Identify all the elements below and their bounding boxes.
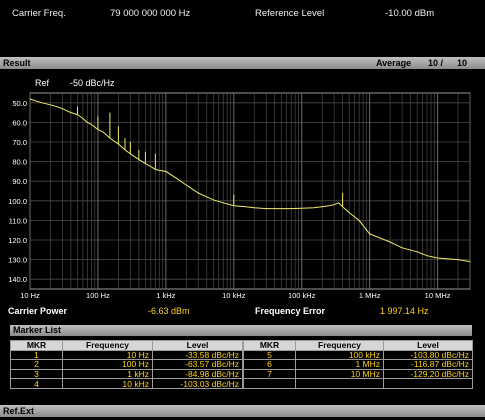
average-total: 10 — [457, 58, 468, 68]
carrier-power-value: -6.63 dBm — [148, 306, 190, 316]
y-tick-label: 50.0 — [12, 99, 27, 108]
col-level: Level — [152, 340, 243, 351]
col-frequency: Frequency — [295, 340, 384, 351]
marker-row[interactable]: 1 10 Hz -33.58 dBc/Hz — [10, 349, 243, 361]
marker-level: -103.80 dBc/Hz — [383, 349, 473, 361]
frequency-error-label: Frequency Error — [255, 306, 326, 316]
marker-frequency: 10 Hz — [62, 349, 153, 361]
marker-number: 4 — [10, 378, 63, 389]
marker-level: -129.20 dBc/Hz — [383, 368, 473, 380]
x-tick-label: 1 kHz — [156, 291, 175, 300]
y-tick-label: 90.0 — [12, 177, 27, 186]
marker-row[interactable]: 4 10 kHz -103.03 dBc/Hz — [10, 378, 243, 389]
col-level: Level — [383, 340, 473, 351]
marker-number: 5 — [243, 349, 296, 361]
ref-ext-bar: Ref.Ext — [0, 405, 485, 417]
col-mkr: MKR — [243, 340, 296, 351]
y-tick-label: 130.0 — [8, 256, 27, 265]
marker-list-title: Marker List — [10, 325, 472, 336]
marker-frequency: 1 kHz — [62, 368, 153, 380]
marker-frequency: 100 kHz — [295, 349, 384, 361]
marker-row[interactable]: 7 10 MHz -129.20 dBc/Hz — [243, 368, 473, 380]
carrier-freq-value[interactable]: 79 000 000 000 Hz — [110, 8, 190, 19]
marker-row[interactable]: 5 100 kHz -103.80 dBc/Hz — [243, 349, 473, 361]
marker-level: -33.58 dBc/Hz — [152, 349, 243, 361]
reference-level-label: Reference Level — [255, 8, 325, 19]
result-bar: Result Average 10 / 10 — [0, 57, 485, 69]
frequency-error-value: 1 997.14 Hz — [380, 306, 429, 316]
marker-number: 1 — [10, 349, 63, 361]
marker-level: -63.57 dBc/Hz — [152, 359, 243, 370]
reference-level-value[interactable]: -10.00 dBm — [385, 8, 434, 19]
carrier-freq-label: Carrier Freq. — [12, 8, 66, 19]
marker-level: -116.87 dBc/Hz — [383, 359, 473, 370]
marker-number: 3 — [10, 368, 63, 380]
x-tick-label: 10 Hz — [20, 291, 40, 300]
x-tick-labels: 10 Hz 100 Hz 1 kHz 10 kHz 100 kHz 1 MHz 10 MHz — [20, 291, 451, 300]
x-tick-label: 100 kHz — [288, 291, 316, 300]
phase-noise-chart: 50.0 60.0 70.0 80.0 90.0 100.0 110.0 120.0 130.0… — [8, 92, 471, 300]
marker-number: 6 — [243, 359, 296, 370]
marker-row[interactable]: 3 1 kHz -84.98 dBc/Hz — [10, 368, 243, 380]
y-tick-label: 120.0 — [8, 236, 27, 245]
col-frequency: Frequency — [62, 340, 153, 351]
result-title: Result — [3, 58, 31, 68]
marker-frequency: 10 kHz — [62, 378, 153, 389]
marker-level: -84.98 dBc/Hz — [152, 368, 243, 380]
marker-frequency: 10 MHz — [295, 368, 384, 380]
y-tick-label: 60.0 — [12, 118, 27, 127]
x-tick-label: 10 kHz — [222, 291, 246, 300]
ref-label: Ref — [35, 78, 50, 88]
marker-level: -103.03 dBc/Hz — [152, 378, 243, 389]
col-mkr: MKR — [10, 340, 63, 351]
ref-value: -50 dBc/Hz — [70, 78, 115, 88]
marker-row[interactable]: 2 100 Hz -63.57 dBc/Hz — [10, 359, 243, 370]
x-tick-label: 1 MHz — [359, 291, 381, 300]
y-tick-label: 70.0 — [12, 138, 27, 147]
y-tick-labels: 50.0 60.0 70.0 80.0 90.0 100.0 110.0 120.0 130.0… — [8, 99, 27, 284]
carrier-power-label: Carrier Power — [8, 306, 68, 316]
marker-number — [243, 378, 296, 389]
marker-number: 2 — [10, 359, 63, 370]
marker-level — [383, 378, 473, 389]
average-current: 10 / — [428, 58, 444, 68]
y-tick-label: 100.0 — [8, 197, 27, 206]
marker-number: 7 — [243, 368, 296, 380]
marker-row[interactable]: 6 1 MHz -116.87 dBc/Hz — [243, 359, 473, 370]
y-tick-label: 110.0 — [9, 216, 27, 225]
average-label: Average — [376, 58, 412, 68]
y-tick-label: 140.0 — [8, 275, 27, 284]
marker-table-left: MKR Frequency Level 1 10 Hz -33.58 dBc/H… — [10, 340, 243, 389]
marker-frequency: 1 MHz — [295, 359, 384, 370]
marker-table-right: MKR Frequency Level 5 100 kHz -103.80 dB… — [243, 340, 473, 389]
marker-frequency — [295, 378, 384, 389]
x-tick-label: 100 Hz — [86, 291, 110, 300]
marker-frequency: 100 Hz — [62, 359, 153, 370]
marker-row-empty[interactable] — [243, 378, 473, 389]
x-tick-label: 10 MHz — [425, 291, 451, 300]
y-tick-label: 80.0 — [12, 158, 27, 167]
